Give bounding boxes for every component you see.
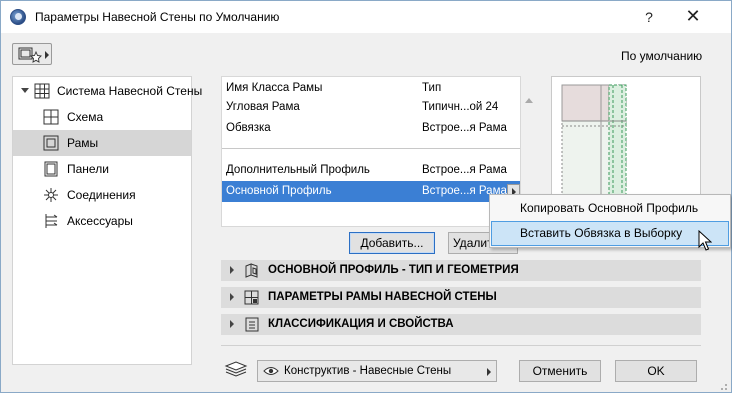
list-item[interactable]: Дополнительный Профиль Встрое...я Рама — [222, 160, 520, 181]
layer-name: Конструктив - Навесные Стены — [284, 365, 452, 377]
eye-icon — [263, 367, 279, 375]
frame-name: Дополнительный Профиль — [226, 164, 370, 176]
profile-geometry-icon — [245, 263, 258, 278]
sidebar-item-scheme[interactable]: Схема — [13, 104, 191, 130]
default-settings-label: По умолчанию — [621, 49, 703, 63]
sidebar-item-curtain-wall-system[interactable]: Система Навесной Стены — [13, 78, 202, 104]
favorites-icon — [18, 47, 42, 63]
list-item[interactable]: Имя Класса Рамы Тип — [222, 78, 520, 99]
scheme-icon — [43, 109, 59, 125]
list-item[interactable]: Обвязка Встрое...я Рама — [222, 118, 520, 139]
resize-grip-icon[interactable] — [713, 378, 729, 392]
sidebar-item-label: Панели — [67, 162, 109, 176]
menu-item-paste-frame-to-selection[interactable]: Вставить Обвязка в Выборку — [491, 221, 729, 246]
frame-value: Типичн...ой 24 — [422, 101, 499, 113]
frame-icon — [43, 135, 59, 151]
panel-icon — [44, 161, 58, 177]
frame-name: Обвязка — [226, 122, 271, 134]
frame-name: Основной Профиль — [226, 185, 332, 197]
frame-value: Встрое...я Рама — [422, 164, 507, 176]
frames-list: Имя Класса Рамы Тип Угловая Рама Типичн.… — [221, 76, 521, 227]
list-item[interactable]: Угловая Рама Типичн...ой 24 — [222, 97, 520, 118]
section-label: ОСНОВНОЙ ПРОФИЛЬ - ТИП И ГЕОМЕТРИЯ — [268, 264, 519, 276]
settings-sidebar: Система Навесной Стены Схема Рамы Панели — [12, 76, 202, 365]
add-frame-button[interactable]: Добавить... — [349, 232, 435, 254]
title-bar: Параметры Навесной Стены по Умолчанию ? … — [1, 1, 731, 33]
sidebar-item-label: Рамы — [67, 136, 99, 150]
expand-arrow-icon[interactable] — [230, 320, 234, 328]
section-curtain-wall-frame-params[interactable]: ПАРАМЕТРЫ РАМЫ НАВЕСНОЙ СТЕНЫ — [221, 287, 701, 308]
frame-name: Угловая Рама — [226, 101, 300, 113]
menu-item-copy-main-profile[interactable]: Копировать Основной Профиль — [491, 196, 729, 221]
classification-icon — [245, 317, 259, 332]
section-classification-properties[interactable]: КЛАССИФИКАЦИЯ И СВОЙСТВА — [221, 314, 701, 335]
chevron-down-icon[interactable] — [21, 88, 29, 93]
sidebar-item-panels[interactable]: Панели — [13, 156, 191, 182]
help-button[interactable]: ? — [639, 7, 659, 27]
archicad-app-icon — [10, 9, 26, 25]
favorites-button[interactable] — [12, 43, 52, 65]
footer-divider — [221, 345, 701, 346]
sidebar-item-accessories[interactable]: Аксессуары — [13, 208, 191, 234]
sidebar-item-label: Аксессуары — [67, 214, 133, 228]
dialog-window: Параметры Навесной Стены по Умолчанию ? … — [0, 0, 732, 393]
scroll-up-icon[interactable] — [525, 98, 533, 103]
layer-dropdown[interactable]: Конструктив - Навесные Стены — [257, 360, 497, 382]
sidebar-item-label: Схема — [67, 110, 104, 124]
expand-arrow-icon[interactable] — [230, 293, 234, 301]
list-divider — [222, 148, 520, 149]
expand-arrow-icon[interactable] — [230, 266, 234, 274]
sidebar-item-frames[interactable]: Рамы — [13, 130, 191, 156]
junction-icon — [44, 188, 58, 202]
row-context-menu: Копировать Основной Профиль Вставить Обв… — [489, 194, 731, 248]
grid-icon — [34, 83, 50, 99]
frame-value: Встрое...я Рама — [422, 122, 507, 134]
list-item-selected[interactable]: Основной Профиль Встрое...я Рама — [222, 181, 520, 202]
sidebar-item-junctions[interactable]: Соединения — [13, 182, 191, 208]
window-title: Параметры Навесной Стены по Умолчанию — [35, 10, 280, 24]
cancel-button[interactable]: Отменить — [519, 360, 601, 382]
section-main-profile-type-geometry[interactable]: ОСНОВНОЙ ПРОФИЛЬ - ТИП И ГЕОМЕТРИЯ — [221, 260, 701, 281]
frame-value: Тип — [422, 82, 442, 94]
close-button[interactable]: ✕ — [681, 5, 705, 29]
section-label: КЛАССИФИКАЦИЯ И СВОЙСТВА — [268, 318, 454, 330]
dropdown-arrow-icon — [487, 368, 491, 376]
frame-name: Имя Класса Рамы — [226, 82, 323, 94]
accessory-icon — [45, 214, 58, 228]
layers-icon — [224, 361, 248, 377]
sidebar-item-label: Соединения — [67, 188, 136, 202]
frame-params-icon — [244, 290, 259, 305]
section-label: ПАРАМЕТРЫ РАМЫ НАВЕСНОЙ СТЕНЫ — [268, 291, 497, 303]
ok-button[interactable]: OK — [615, 360, 697, 382]
mouse-cursor-icon — [698, 230, 712, 251]
sidebar-item-label: Система Навесной Стены — [57, 84, 203, 98]
dropdown-arrow-icon — [45, 51, 49, 59]
